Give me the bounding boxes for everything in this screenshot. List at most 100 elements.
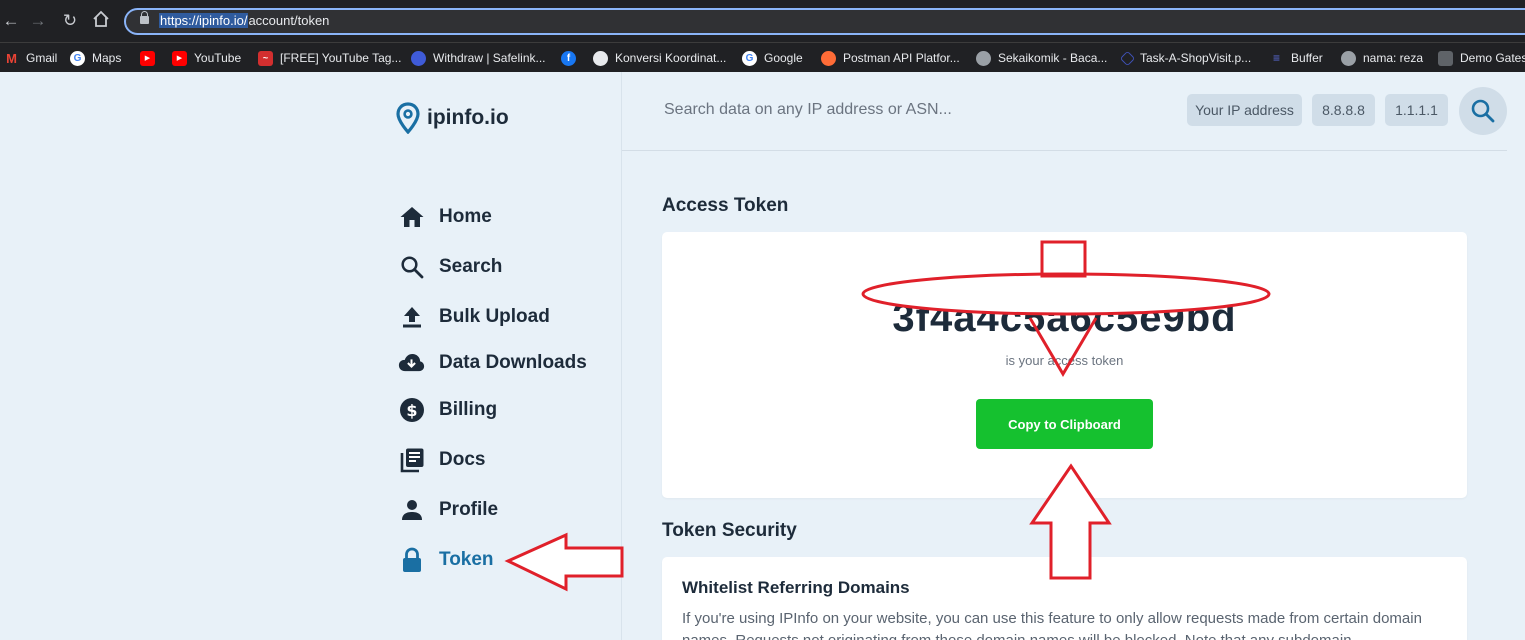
access-token-card: 3f4a4c5a6c5e9bd is your access token Cop… bbox=[662, 232, 1467, 498]
bookmark-sekaikomik[interactable]: Sekaikomik - Baca... bbox=[976, 49, 1107, 67]
sidebar-item-billing[interactable]: $ Billing bbox=[398, 396, 497, 424]
home-icon bbox=[398, 204, 425, 231]
bookmark-label: Postman API Platfor... bbox=[843, 51, 960, 65]
sidebar-item-label: Search bbox=[439, 256, 503, 277]
bookmark-label: [FREE] YouTube Tag... bbox=[280, 51, 402, 65]
bookmarks-bar: M Gmail G Maps ▶ ▶ YouTube ~ [FREE] YouT… bbox=[0, 42, 1525, 72]
bookmark-konversi[interactable]: Konversi Koordinat... bbox=[593, 49, 726, 67]
bookmark-task[interactable]: Task-A-ShopVisit.p... bbox=[1119, 49, 1252, 67]
sidebar-item-label: Token bbox=[439, 549, 494, 570]
lock-icon bbox=[398, 547, 425, 574]
bookmark-gmail[interactable]: M Gmail bbox=[4, 49, 57, 67]
bookmark-label: Gmail bbox=[26, 51, 58, 65]
sidebar-item-label: Docs bbox=[439, 449, 486, 470]
svg-text:$: $ bbox=[406, 401, 417, 420]
bookmark-label: Maps bbox=[92, 51, 122, 65]
sidebar-item-token[interactable]: Token bbox=[398, 546, 494, 574]
ipinfo-page: ipinfo.io Search data on any IP address … bbox=[0, 72, 1525, 640]
access-token-title: Access Token bbox=[662, 195, 789, 216]
location-pin-icon bbox=[396, 102, 420, 134]
bookmark-label: Google bbox=[764, 51, 803, 65]
bookmark-facebook[interactable]: f bbox=[561, 49, 576, 67]
reload-icon[interactable]: ↻ bbox=[59, 10, 81, 32]
logo-text: ipinfo.io bbox=[427, 106, 509, 129]
bookmark-demo-gates[interactable]: Demo Gates bbox=[1438, 49, 1525, 67]
address-bar[interactable]: https://ipinfo.io/account/token bbox=[124, 8, 1525, 35]
globe-icon bbox=[976, 50, 991, 66]
browser-toolbar: ← → ↻ https://ipinfo.io/account/token bbox=[0, 0, 1525, 42]
bookmark-maps[interactable]: G Maps bbox=[70, 49, 121, 67]
chip-1111[interactable]: 1.1.1.1 bbox=[1385, 94, 1448, 126]
bookmark-label: Task-A-ShopVisit.p... bbox=[1140, 51, 1252, 65]
token-security-title: Token Security bbox=[662, 520, 797, 541]
chip-your-ip[interactable]: Your IP address bbox=[1187, 94, 1302, 126]
bookmark-safelink[interactable]: Withdraw | Safelink... bbox=[411, 49, 546, 67]
buffer-icon: ≡ bbox=[1269, 50, 1284, 66]
bookmark-label: Konversi Koordinat... bbox=[615, 51, 727, 65]
bookmark-label: nama: reza bbox=[1363, 51, 1424, 65]
tag-icon: ~ bbox=[258, 50, 273, 66]
token-caption: is your access token bbox=[1005, 353, 1124, 368]
sidebar-item-label: Bulk Upload bbox=[439, 306, 550, 327]
facebook-icon: f bbox=[561, 50, 576, 66]
url-host: https://ipinfo.io/ bbox=[159, 13, 249, 28]
bookmark-buffer[interactable]: ≡ Buffer bbox=[1269, 49, 1323, 67]
search-icon bbox=[398, 254, 425, 281]
search-button[interactable] bbox=[1459, 87, 1507, 135]
token-value[interactable]: 3f4a4c5a6c5e9bd bbox=[662, 296, 1467, 341]
bookmark-postman[interactable]: Postman API Platfor... bbox=[821, 49, 960, 67]
bookmark-label: YouTube bbox=[194, 51, 242, 65]
whitelist-card: Whitelist Referring Domains If you're us… bbox=[662, 557, 1467, 640]
sidebar-item-profile[interactable]: Profile bbox=[398, 496, 498, 524]
url-path: account/token bbox=[248, 13, 330, 28]
google-icon: G bbox=[742, 50, 757, 66]
sidebar-item-label: Billing bbox=[439, 399, 498, 420]
forward-icon[interactable]: → bbox=[27, 10, 49, 32]
google-icon: G bbox=[70, 50, 85, 66]
sidebar-item-search[interactable]: Search bbox=[398, 253, 502, 281]
task-icon bbox=[1119, 50, 1136, 66]
bookmark-label: Demo Gates bbox=[1460, 51, 1525, 65]
lock-icon bbox=[140, 11, 149, 24]
globe-icon bbox=[593, 50, 608, 66]
youtube-icon: ▶ bbox=[140, 50, 155, 66]
cloud-download-icon bbox=[398, 350, 425, 377]
postman-icon bbox=[821, 50, 836, 66]
bookmark-label: Buffer bbox=[1291, 51, 1323, 65]
sidebar-item-label: Data Downloads bbox=[439, 352, 587, 373]
gmail-icon: M bbox=[4, 50, 19, 66]
sidebar-item-bulk-upload[interactable]: Bulk Upload bbox=[398, 303, 550, 331]
globe-icon bbox=[1341, 50, 1356, 66]
person-icon bbox=[398, 497, 425, 524]
calendar-icon bbox=[1438, 50, 1453, 66]
chip-8888[interactable]: 8.8.8.8 bbox=[1312, 94, 1375, 126]
bookmark-youtube-tag[interactable]: ~ [FREE] YouTube Tag... bbox=[258, 49, 401, 67]
bookmark-nama-reza[interactable]: nama: reza bbox=[1341, 49, 1423, 67]
safelink-icon bbox=[411, 50, 426, 66]
search-icon bbox=[1471, 99, 1495, 123]
dollar-icon: $ bbox=[398, 397, 425, 424]
sidebar-item-home[interactable]: Home bbox=[398, 203, 492, 231]
ip-search-input[interactable]: Search data on any IP address or ASN... bbox=[664, 101, 952, 119]
bookmark-label: Sekaikomik - Baca... bbox=[998, 51, 1108, 65]
url-text: https://ipinfo.io/account/token bbox=[159, 13, 329, 28]
sidebar-item-label: Home bbox=[439, 206, 492, 227]
whitelist-description: If you're using IPInfo on your website, … bbox=[682, 610, 1422, 640]
bookmark-youtube-icon-only[interactable]: ▶ bbox=[140, 49, 155, 67]
bookmark-google[interactable]: G Google bbox=[742, 49, 803, 67]
whitelist-title: Whitelist Referring Domains bbox=[682, 578, 910, 597]
back-icon[interactable]: ← bbox=[0, 10, 22, 32]
sidebar-item-label: Profile bbox=[439, 499, 499, 520]
copy-to-clipboard-button[interactable]: Copy to Clipboard bbox=[976, 399, 1153, 449]
header-divider bbox=[622, 150, 1507, 151]
upload-icon bbox=[398, 304, 425, 331]
sidebar-item-data-downloads[interactable]: Data Downloads bbox=[398, 349, 587, 377]
youtube-icon: ▶ bbox=[172, 50, 187, 66]
home-nav-icon[interactable] bbox=[90, 10, 112, 32]
ipinfo-logo[interactable]: ipinfo.io bbox=[396, 102, 509, 134]
bookmark-youtube[interactable]: ▶ YouTube bbox=[172, 49, 241, 67]
bookmark-label: Withdraw | Safelink... bbox=[433, 51, 546, 65]
sidebar-item-docs[interactable]: Docs bbox=[398, 446, 485, 474]
docs-icon bbox=[398, 447, 425, 474]
sidebar-divider bbox=[621, 72, 622, 640]
